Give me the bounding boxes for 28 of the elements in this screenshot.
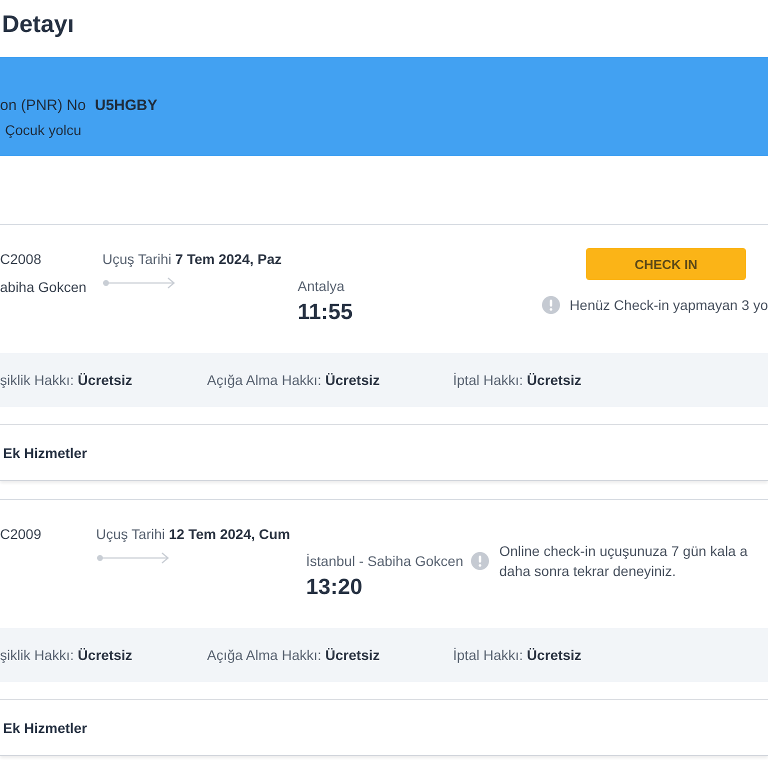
flight-date: Uçuş Tarihi 7 Tem 2024, Paz — [102, 250, 282, 269]
fare-right-text: İptal Hakkı: Ücretsiz — [453, 646, 582, 665]
fare-right-text: Açığa Alma Hakkı: Ücretsiz — [207, 646, 380, 665]
exclamation-icon — [542, 296, 560, 314]
pnr-label: on (PNR) No — [0, 96, 86, 116]
page-title: Detayı — [2, 10, 74, 40]
exclamation-icon — [471, 552, 490, 570]
arrival-city: Antalya — [298, 277, 344, 296]
check-in-button[interactable]: CHECK IN — [586, 248, 746, 280]
pnr-code: U5HGBY — [94, 96, 158, 116]
arrival-time: 11:55 — [298, 298, 353, 326]
fare-right-text: İptal Hakkı: Ücretsiz — [453, 371, 582, 390]
extras-section-header[interactable]: Ek Hizmetler — [0, 424, 768, 480]
notice-text: Henüz Check-in yapmayan 3 yo — [570, 296, 768, 315]
departure-city: abiha Gokcen — [0, 278, 86, 297]
notice-text: Online check-in uçuşunuza 7 gün kala a daha sonra tekrar deneyiniz. — [499, 542, 748, 581]
fare-right-text: şiklik Hakkı: Ücretsiz — [0, 646, 132, 665]
arrival-city: İstanbul - Sabiha Gokcen — [306, 552, 464, 571]
route-arrow-icon — [103, 277, 176, 289]
route-arrow-icon — [97, 552, 170, 564]
extras-section-header[interactable]: Ek Hizmetler — [0, 699, 768, 755]
fare-right-text: şiklik Hakkı: Ücretsiz — [0, 371, 132, 390]
passenger-summary: Çocuk yolcu — [4, 121, 82, 140]
fare-right-text: Açığa Alma Hakkı: Ücretsiz — [207, 371, 380, 390]
arrival-time: 13:20 — [306, 573, 362, 601]
flight-number: C2008 — [0, 250, 42, 269]
flight-number: C2009 — [0, 525, 42, 544]
flight-date: Uçuş Tarihi 12 Tem 2024, Cum — [96, 525, 290, 544]
